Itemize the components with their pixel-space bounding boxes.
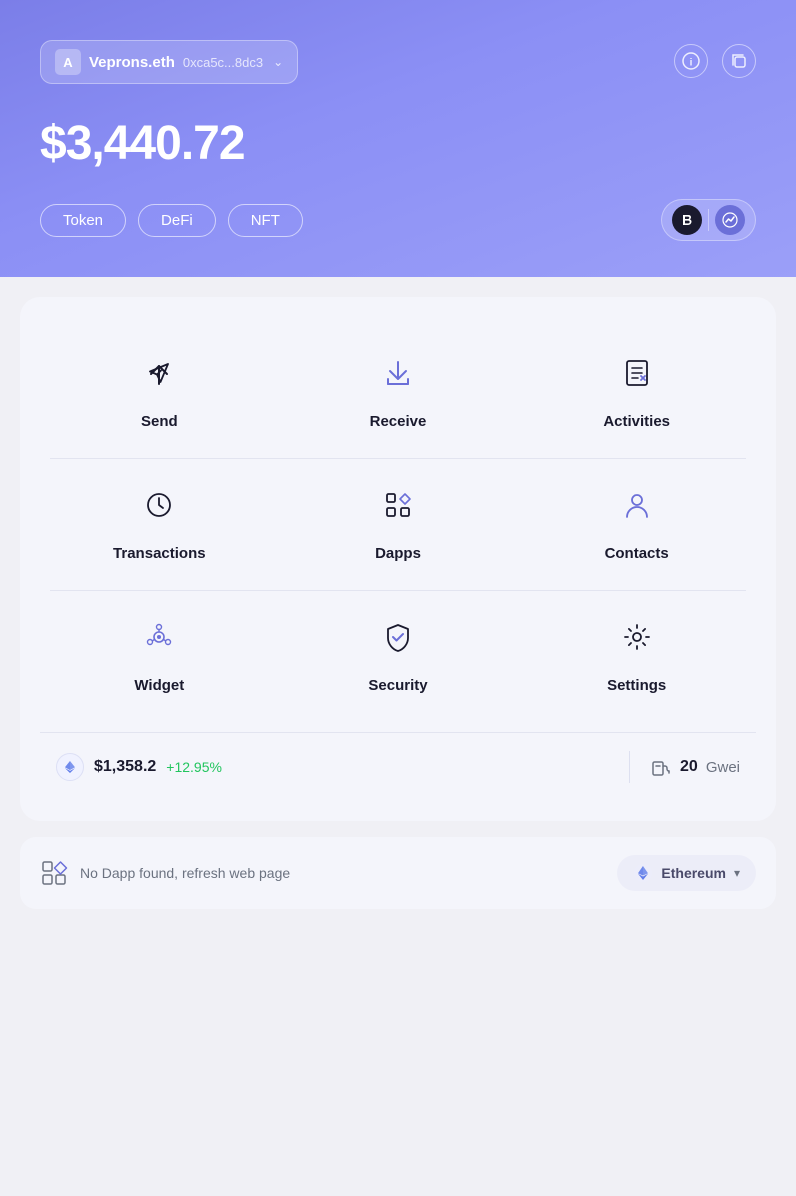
security-icon [372,611,424,663]
settings-label: Settings [607,677,666,694]
svg-text:i: i [690,58,693,69]
transactions-label: Transactions [113,545,206,562]
action-receive[interactable]: Receive [279,327,518,458]
address-bar[interactable]: A Veprons.eth 0xca5c...8dc3 ⌄ [40,40,298,84]
tab-defi[interactable]: DeFi [138,204,216,237]
ethereum-network-icon [633,863,653,883]
bottom-bar: No Dapp found, refresh web page Ethereum… [20,837,776,909]
dapps-label: Dapps [375,545,421,562]
eth-price: $1,358.2 +12.95% [56,753,609,781]
activities-label: Activities [603,413,670,430]
action-widget[interactable]: Widget [40,591,279,722]
stats-row: $1,358.2 +12.95% 20 Gwei [40,732,756,801]
partner-divider [708,209,709,231]
dapps-icon [372,479,424,531]
action-settings[interactable]: Settings [517,591,756,722]
no-dapp-message: No Dapp found, refresh web page [80,865,605,881]
gas-info: 20 Gwei [650,756,740,778]
chevron-down-icon: ⌄ [273,55,283,69]
partner-logo-b[interactable] [672,205,702,235]
partner-logo-chart[interactable] [715,205,745,235]
transactions-icon [133,479,185,531]
tab-nft[interactable]: NFT [228,204,303,237]
avatar: A [55,49,81,75]
receive-label: Receive [370,413,427,430]
widget-label: Widget [134,677,184,694]
action-security[interactable]: Security [279,591,518,722]
network-selector[interactable]: Ethereum ▾ [617,855,756,891]
contacts-label: Contacts [605,545,669,562]
contacts-icon [611,479,663,531]
security-label: Security [368,677,427,694]
action-activities[interactable]: Activities [517,327,756,458]
activities-icon [611,347,663,399]
action-send[interactable]: Send [40,327,279,458]
eth-price-change: +12.95% [166,759,222,775]
copy-button[interactable] [722,44,756,78]
stats-divider [629,751,630,783]
eth-logo [56,753,84,781]
gas-icon [650,756,672,778]
eth-price-value: $1,358.2 [94,758,156,776]
header-icons: i [674,44,756,78]
balance-display: $3,440.72 [40,116,756,171]
settings-icon [611,611,663,663]
main-card: Send Receive [20,297,776,821]
actions-grid: Send Receive [40,327,756,722]
wallet-name: Veprons.eth [89,54,175,71]
wallet-address: 0xca5c...8dc3 [183,55,263,70]
action-transactions[interactable]: Transactions [40,459,279,590]
send-label: Send [141,413,178,430]
gas-value: 20 [680,758,698,776]
network-name: Ethereum [661,865,726,881]
action-contacts[interactable]: Contacts [517,459,756,590]
wallet-header: A Veprons.eth 0xca5c...8dc3 ⌄ i $3,440.7… [0,0,796,277]
tab-token[interactable]: Token [40,204,126,237]
gas-unit: Gwei [706,759,740,776]
tab-row: Token DeFi NFT [40,199,756,241]
info-button[interactable]: i [674,44,708,78]
send-icon [133,347,185,399]
partner-logos [661,199,756,241]
action-dapps[interactable]: Dapps [279,459,518,590]
network-chevron-icon: ▾ [734,866,740,880]
receive-icon [372,347,424,399]
dapps-bottom-icon [40,859,68,887]
widget-icon [133,611,185,663]
